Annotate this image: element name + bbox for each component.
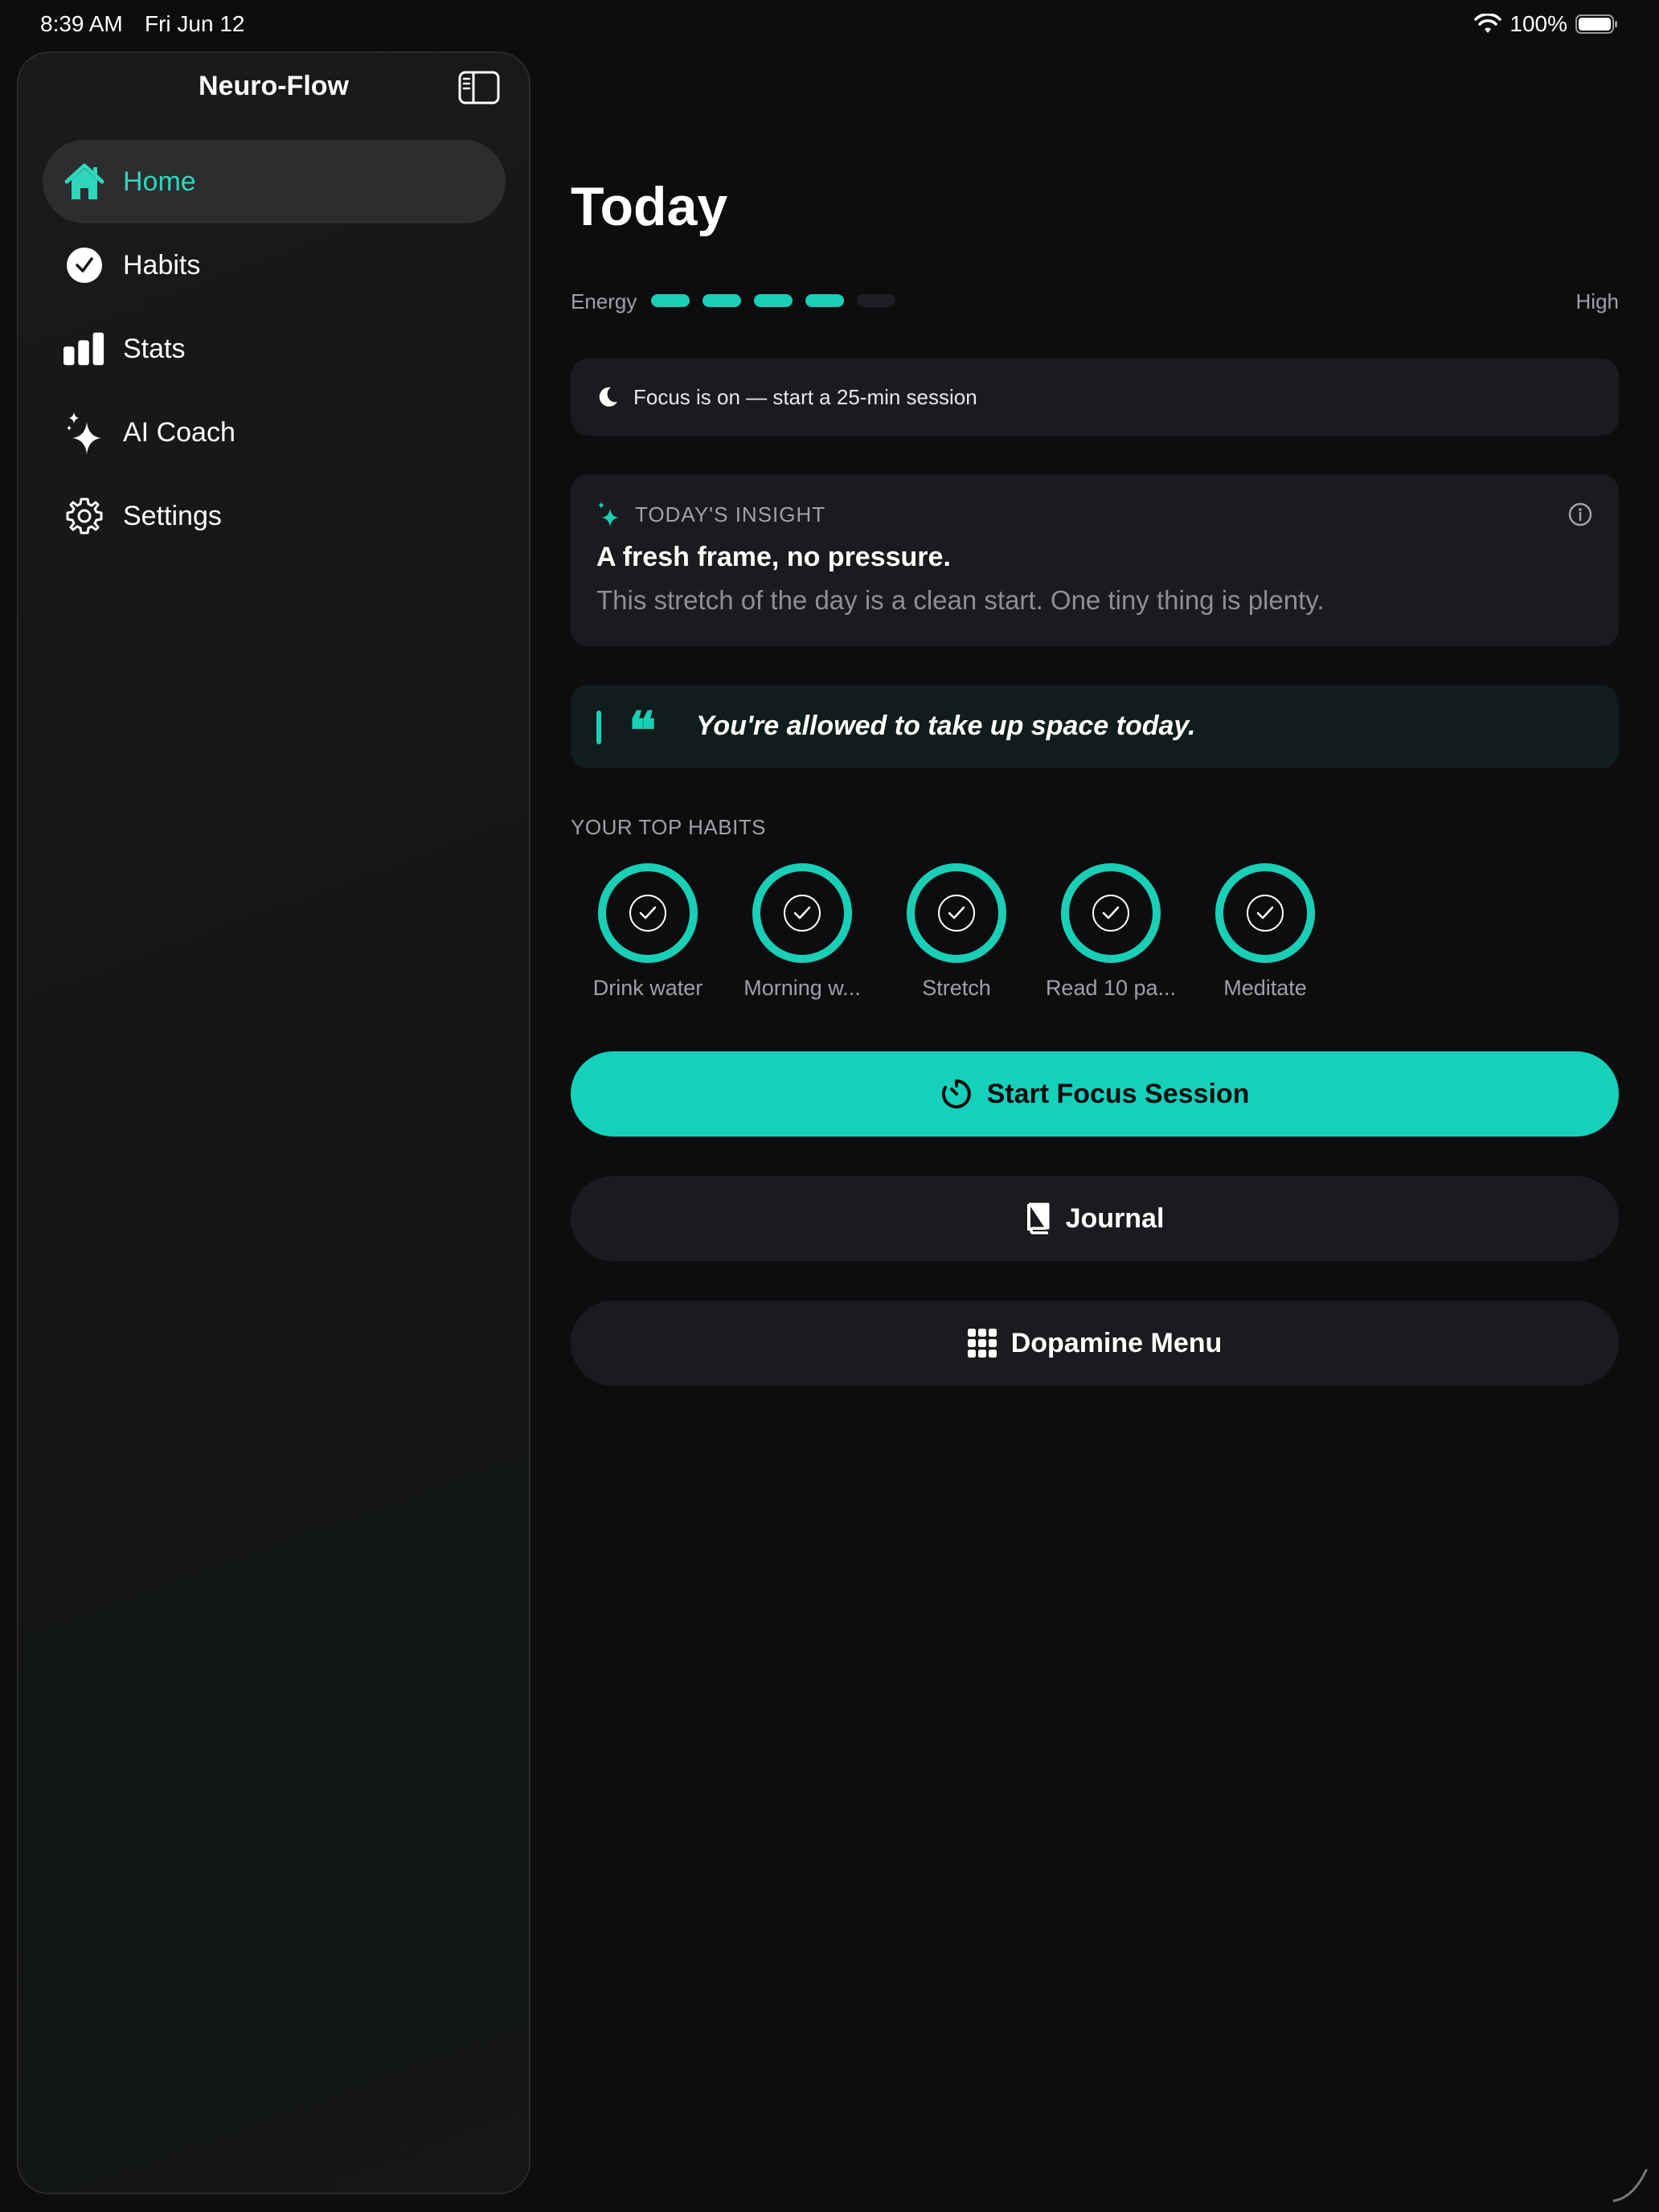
quote-accent-bar <box>596 711 601 744</box>
timer-icon <box>941 1079 971 1108</box>
checkmark-icon <box>1247 895 1284 932</box>
top-habits-list: Drink water Morning w... Stretch Read 10 pa… <box>571 863 1342 1001</box>
status-bar: 8:39 AM Fri Jun 12 100% <box>0 0 1659 51</box>
habit-item[interactable]: Morning w... <box>725 863 879 1001</box>
checkmark-icon <box>1092 895 1129 932</box>
page-title: Today <box>571 176 728 237</box>
focus-banner-text: Focus is on — start a 25-min session <box>633 384 977 409</box>
energy-segment <box>754 294 793 307</box>
habit-name: Drink water <box>592 976 703 1000</box>
journal-label: Journal <box>1065 1202 1165 1234</box>
energy-segment <box>651 294 690 307</box>
insight-header: TODAY'S INSIGHT <box>596 502 825 527</box>
sidebar-item-stats[interactable]: Stats <box>43 307 506 391</box>
checkmark-icon <box>784 895 821 932</box>
wifi-icon <box>1474 14 1502 33</box>
insight-body: This stretch of the day is a clean start… <box>596 585 1325 615</box>
habit-progress-ring <box>907 863 1006 963</box>
habits-section-label: YOUR TOP HABITS <box>571 815 767 839</box>
sparkles-icon <box>598 502 619 527</box>
sidebar-item-ai-coach[interactable]: AI Coach <box>43 391 506 474</box>
habit-item[interactable]: Meditate <box>1188 863 1342 1001</box>
energy-meter <box>651 294 895 307</box>
sidebar-item-label: Habits <box>123 249 201 281</box>
info-icon[interactable] <box>1567 502 1593 527</box>
grid-icon <box>967 1329 997 1358</box>
status-right: 100% <box>1474 11 1619 37</box>
habit-progress-ring <box>1215 863 1315 963</box>
habit-progress-ring <box>1061 863 1161 963</box>
insight-card: TODAY'S INSIGHT A fresh frame, no pressu… <box>571 474 1619 646</box>
habit-item[interactable]: Stretch <box>879 863 1034 1001</box>
habit-progress-ring <box>598 863 698 963</box>
home-icon <box>63 161 105 203</box>
sidebar: Neuro-Flow Home Habits Stats AI Coach Se… <box>17 51 530 2194</box>
dopamine-menu-label: Dopamine Menu <box>1010 1327 1223 1358</box>
dopamine-menu-button[interactable]: Dopamine Menu <box>571 1301 1619 1386</box>
sidebar-item-settings[interactable]: Settings <box>43 474 506 558</box>
habit-progress-ring <box>752 863 852 963</box>
app-title: Neuro-Flow <box>199 71 349 101</box>
sidebar-toggle-icon[interactable] <box>458 71 500 104</box>
quote-card: ❝ You're allowed to take up space today. <box>571 685 1619 768</box>
bar-chart-icon <box>63 328 105 370</box>
sidebar-item-habits[interactable]: Habits <box>43 223 506 307</box>
sidebar-nav: Home Habits Stats AI Coach Settings <box>43 140 506 558</box>
sidebar-item-label: AI Coach <box>123 416 236 448</box>
checkmark-icon <box>629 895 666 932</box>
book-icon <box>1026 1202 1050 1235</box>
sidebar-item-label: Home <box>123 166 196 197</box>
energy-label: Energy <box>571 289 637 313</box>
habit-name: Read 10 pa... <box>1045 976 1177 1000</box>
checkmark-icon <box>938 895 975 932</box>
battery-percent: 100% <box>1509 11 1567 36</box>
habit-item[interactable]: Read 10 pa... <box>1034 863 1188 1001</box>
habit-name: Morning w... <box>743 976 861 1000</box>
quote-icon: ❝ <box>629 701 657 761</box>
insight-label: TODAY'S INSIGHT <box>635 502 826 526</box>
energy-value: High <box>1575 289 1619 313</box>
gear-icon <box>63 495 105 537</box>
energy-segment <box>805 294 844 307</box>
checkmark-circle-icon <box>63 244 105 286</box>
battery-icon <box>1575 14 1617 34</box>
sidebar-item-label: Settings <box>123 500 222 531</box>
start-focus-session-button[interactable]: Start Focus Session <box>571 1051 1619 1137</box>
quote-text: You're allowed to take up space today. <box>696 711 1196 741</box>
journal-button[interactable]: Journal <box>571 1176 1619 1261</box>
app-root: 8:39 AM Fri Jun 12 100% Neuro-Flow Home … <box>0 0 1659 2212</box>
start-focus-session-label: Start Focus Session <box>986 1078 1250 1109</box>
scroll-corner-icon <box>1612 2169 1648 2202</box>
status-date: Fri Jun 12 <box>145 11 245 36</box>
focus-banner[interactable]: Focus is on — start a 25-min session <box>571 358 1619 436</box>
insight-title: A fresh frame, no pressure. <box>596 542 951 572</box>
energy-segment <box>857 294 895 307</box>
habit-item[interactable]: Drink water <box>571 863 725 1001</box>
energy-segment <box>703 294 741 307</box>
habit-name: Meditate <box>1223 976 1307 1000</box>
moon-icon <box>599 387 617 407</box>
status-time: 8:39 AM <box>40 11 123 36</box>
habit-name: Stretch <box>922 976 991 1000</box>
sidebar-item-label: Stats <box>123 333 186 364</box>
sparkles-icon <box>63 412 105 454</box>
sidebar-item-home[interactable]: Home <box>43 140 506 223</box>
